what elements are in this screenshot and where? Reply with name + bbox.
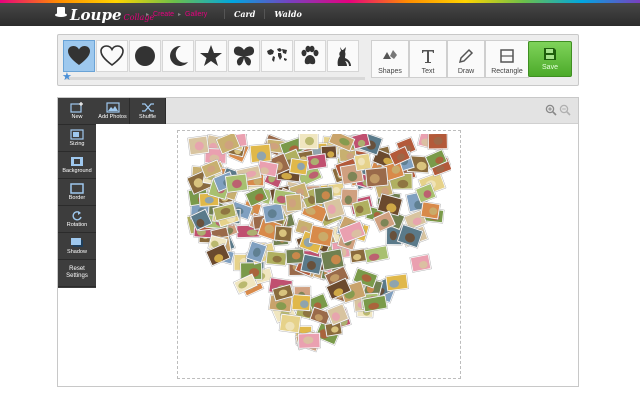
- text-icon: [422, 50, 434, 63]
- collage-photo: [319, 248, 345, 272]
- shapes-button[interactable]: Shapes: [371, 40, 409, 78]
- reset-settings-button[interactable]: Reset Settings: [58, 260, 96, 287]
- collage-photo: [363, 244, 390, 264]
- collage-photo: [291, 293, 312, 312]
- shape-heart-filled[interactable]: [63, 40, 95, 72]
- collage-photo: [409, 253, 432, 273]
- collage-photo: [385, 273, 409, 292]
- collage-photo: [420, 201, 441, 220]
- shape-cat[interactable]: [327, 40, 359, 72]
- work-area: Add Photos Shuffle New Sizing Background…: [57, 97, 579, 387]
- collage-photo: [278, 313, 302, 334]
- collage-photo: [427, 134, 449, 150]
- waldo-link[interactable]: Waldo: [264, 9, 310, 19]
- nav-gallery-link[interactable]: Gallery: [185, 11, 207, 18]
- shuffle-button[interactable]: Shuffle: [130, 98, 166, 124]
- save-button[interactable]: Save: [528, 41, 572, 77]
- zoom-in-icon[interactable]: [545, 104, 557, 116]
- text-button[interactable]: Text: [409, 40, 447, 78]
- zoom-out-icon[interactable]: [559, 104, 571, 116]
- card-link[interactable]: Card: [224, 9, 264, 19]
- heart-photo-collage: [187, 134, 451, 353]
- collage-photo: [273, 225, 294, 243]
- rectangle-button[interactable]: Rectangle: [485, 40, 529, 78]
- top-bar: Loupe Collage ▸ Create ▸ Gallery Card Wa…: [0, 0, 640, 26]
- toolbar: ★ Shapes Text Draw Rectangle Save: [57, 34, 579, 86]
- shapes-icon: [383, 50, 397, 59]
- shadow-button[interactable]: Shadow: [58, 233, 96, 260]
- settings-sidebar: New Sizing Background Border Rotation Sh…: [58, 98, 96, 288]
- star-icon: [200, 45, 222, 66]
- cat-icon: [337, 47, 351, 66]
- sizing-button[interactable]: Sizing: [58, 125, 96, 152]
- add-photos-button[interactable]: Add Photos: [96, 98, 130, 124]
- collage-photo: [298, 134, 319, 150]
- hat-icon: [55, 7, 67, 17]
- size-slider[interactable]: [65, 77, 365, 80]
- collage-photo: [297, 332, 321, 350]
- butterfly-icon: [233, 46, 255, 66]
- logo[interactable]: Loupe Collage: [55, 6, 154, 24]
- crescent-moon-icon: [170, 45, 188, 66]
- rotation-icon: [72, 210, 82, 221]
- photo-icon: [105, 101, 120, 113]
- pencil-icon: [458, 48, 474, 64]
- collage-photo: [364, 166, 389, 188]
- collage-photo: [224, 173, 249, 194]
- heart-outline-icon: [100, 45, 124, 67]
- shadow-icon: [71, 237, 83, 247]
- rainbow-stripe: [0, 0, 640, 3]
- slider-star-icon[interactable]: ★: [62, 72, 72, 83]
- shape-circle[interactable]: [129, 40, 161, 72]
- collage-photo: [308, 224, 335, 248]
- draw-button[interactable]: Draw: [447, 40, 485, 78]
- shape-paw[interactable]: [294, 40, 326, 72]
- shape-world-map[interactable]: [261, 40, 293, 72]
- background-icon: [71, 156, 83, 166]
- border-icon: [70, 182, 84, 194]
- new-button[interactable]: New: [58, 98, 96, 125]
- collage-photo: [285, 248, 306, 265]
- world-map-icon: [267, 48, 287, 62]
- top-nav: ▸ Create ▸ Gallery: [146, 11, 208, 18]
- collage-photo: [306, 152, 328, 171]
- new-icon: [70, 101, 83, 113]
- sizing-icon: [70, 128, 84, 140]
- photo-buttons: Add Photos Shuffle: [96, 98, 166, 124]
- collage-canvas[interactable]: [177, 130, 461, 379]
- collage-photo: [284, 193, 303, 213]
- rotation-button[interactable]: Rotation: [58, 206, 96, 233]
- shuffle-icon: [141, 102, 154, 112]
- collage-photo: [265, 250, 288, 267]
- circle-icon: [135, 46, 155, 66]
- collage-photo: [261, 202, 285, 224]
- shape-moon[interactable]: [162, 40, 194, 72]
- shape-picker: [63, 40, 360, 72]
- collage-photo: [187, 135, 210, 156]
- logo-name: Loupe: [70, 6, 122, 24]
- shape-heart-outline[interactable]: [96, 40, 128, 72]
- border-button[interactable]: Border: [58, 179, 96, 206]
- header-links: Card Waldo: [224, 7, 311, 21]
- shape-butterfly[interactable]: [228, 40, 260, 72]
- floppy-disk-icon: [544, 48, 556, 60]
- rectangle-icon: [500, 49, 514, 63]
- heart-filled-icon: [68, 46, 90, 65]
- background-button[interactable]: Background: [58, 152, 96, 179]
- paw-print-icon: [301, 45, 319, 65]
- shape-star[interactable]: [195, 40, 227, 72]
- tool-buttons: Shapes Text Draw Rectangle: [371, 40, 529, 78]
- collage-photo: [288, 157, 309, 176]
- nav-create-link[interactable]: Create: [153, 11, 174, 18]
